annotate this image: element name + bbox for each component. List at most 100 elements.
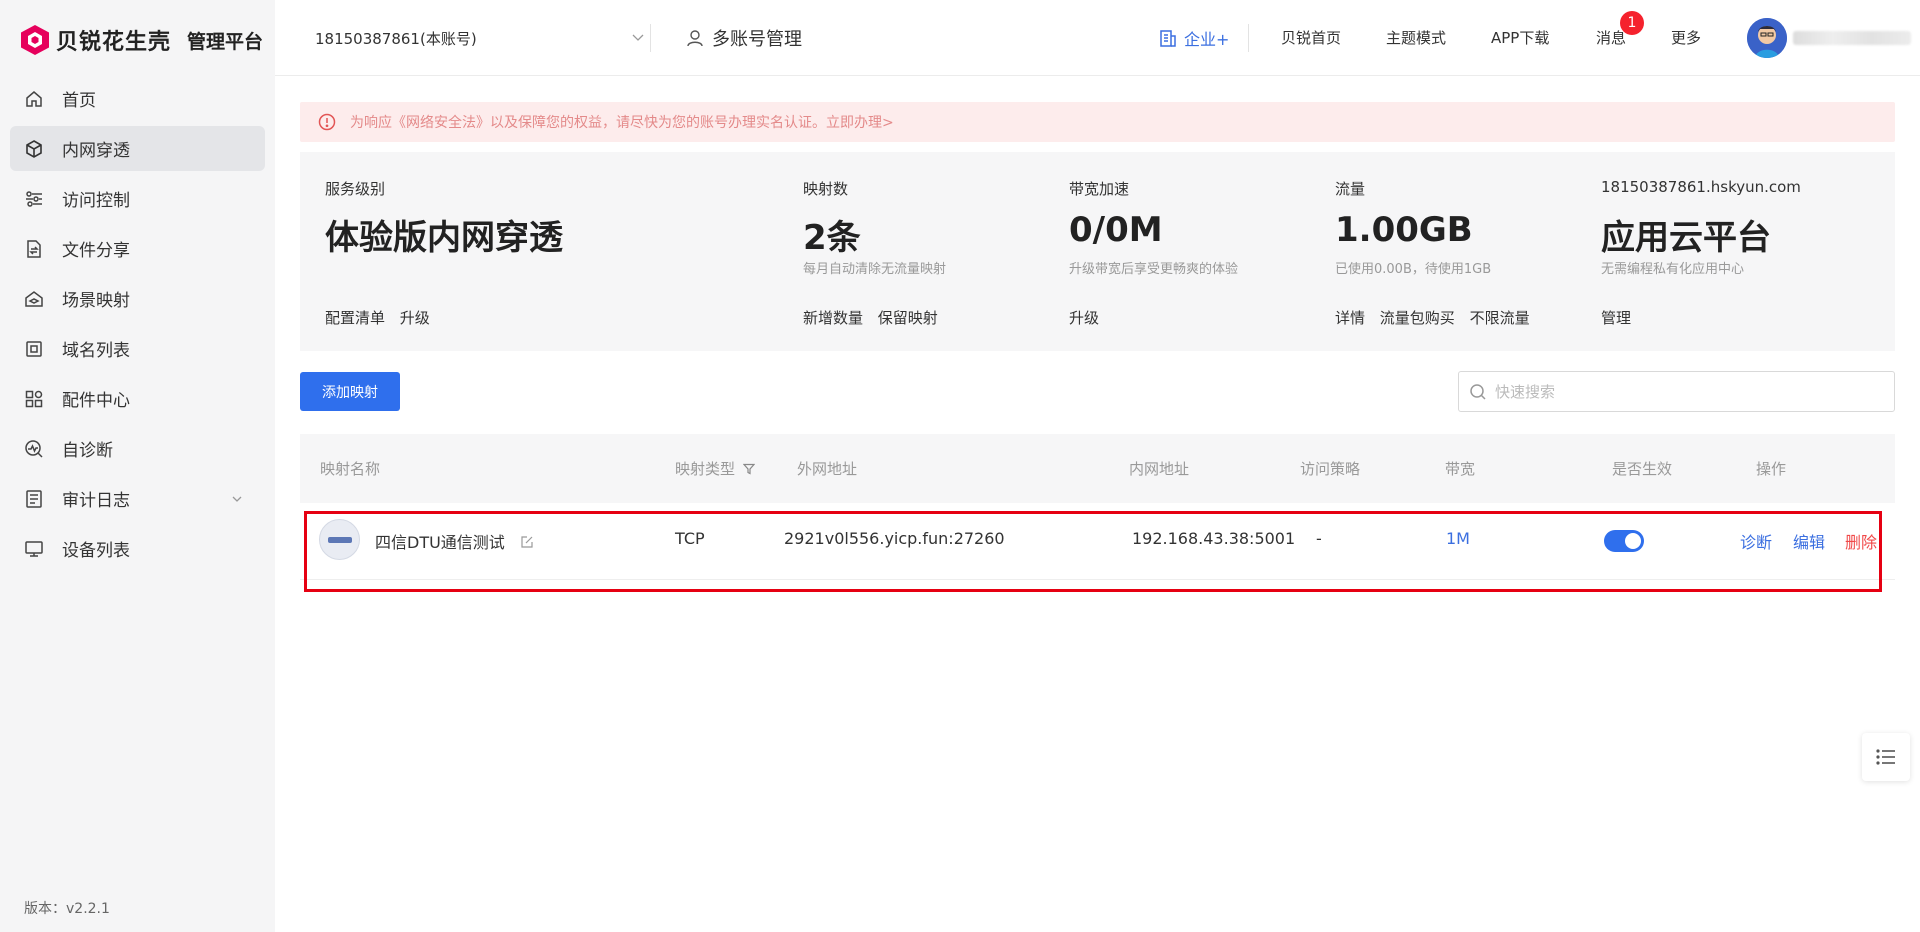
add-mapping-button[interactable]: 添加映射 [300,372,400,411]
col-header-type-label: 映射类型 [675,460,736,478]
add-quota-link[interactable]: 新增数量 [803,309,863,327]
stat-value: 2条 [803,218,861,258]
brand-subtitle: 管理平台 [187,30,264,53]
theme-mode-link[interactable]: 主题模式 [1386,26,1446,50]
more-link[interactable]: 更多 [1671,26,1701,50]
stat-desc: 已使用0.00B，待使用1GB [1335,262,1492,277]
cube-icon [24,139,44,159]
sidebar-item-label: 审计日志 [62,491,130,511]
house-layers-icon [24,289,44,309]
peanut-logo-icon [21,25,49,55]
header-divider [650,24,651,52]
unlimited-traffic-link[interactable]: 不限流量 [1470,309,1530,327]
avatar-portrait-icon [1747,18,1787,58]
sidebar-item-access-control[interactable]: 访问控制 [10,176,265,221]
mapping-name: 四信DTU通信测试 [375,533,505,552]
sidebar-item-label: 文件分享 [62,241,130,261]
chevron-down-icon[interactable] [231,493,243,505]
bandwidth-link[interactable]: 1M [1446,529,1470,548]
monitor-icon [24,539,44,559]
sidebar-item-home[interactable]: 首页 [10,76,265,121]
upgrade-service-link[interactable]: 升级 [400,309,430,327]
sidebar-item-label: 域名列表 [62,341,130,361]
sidebar-item-label: 自诊断 [62,441,113,461]
col-header-name: 映射名称 [320,460,381,478]
brand-logo[interactable]: 贝锐花生壳 管理平台 [20,22,263,58]
mapping-table-header: 映射名称 映射类型 外网地址 内网地址 访问策略 带宽 是否生效 操作 [300,434,1895,503]
grid-icon [24,389,44,409]
log-icon [24,489,44,509]
warning-circle-icon [318,113,336,131]
stat-actions: 升级 [1069,307,1109,328]
alert-text: 为响应《网络安全法》以及保障您的权益，请尽快为您的账号办理实名认证。立即办理> [350,115,894,131]
sidebar-item-label: 内网穿透 [62,141,130,161]
col-header-enabled: 是否生效 [1612,460,1673,478]
edit-link[interactable]: 编辑 [1793,529,1825,553]
sidebar-item-accessory-center[interactable]: 配件中心 [10,376,265,421]
floating-menu-button[interactable] [1862,733,1910,781]
avatar[interactable] [1747,18,1787,58]
stat-actions: 管理 [1601,307,1641,328]
stat-label: 流量 [1335,180,1366,198]
sidebar-item-self-diagnosis[interactable]: 自诊断 [10,426,265,471]
sidebar-item-label: 访问控制 [62,191,130,211]
sidebar-item-label: 配件中心 [62,391,130,411]
stat-label: 18150387861.hskyun.com [1601,178,1801,196]
table-row: 四信DTU通信测试 TCP 2921v0l556.yicp.fun:27260 … [300,505,1895,580]
mapping-name-cell: 四信DTU通信测试 [375,529,534,553]
internal-address: 192.168.43.38:5001 [1132,529,1296,548]
col-header-external: 外网地址 [797,460,858,478]
sidebar-item-intranet-penetration[interactable]: 内网穿透 [10,126,265,171]
col-header-bandwidth: 带宽 [1445,460,1476,478]
enabled-toggle[interactable] [1604,530,1644,552]
manage-cloud-link[interactable]: 管理 [1601,309,1631,327]
stat-value: 应用云平台 [1601,218,1771,258]
sidebar-item-label: 场景映射 [62,291,130,311]
stat-value: 0/0M [1069,210,1163,250]
sidebar: 贝锐花生壳 管理平台 首页 内网穿透 访问控制 文件分享 场景映射 域名列表 配… [0,0,275,932]
enterprise-plus-label: 企业+ [1184,30,1230,49]
app-download-link[interactable]: APP下载 [1491,26,1549,50]
tcp-mapping-icon [319,519,360,560]
sidebar-item-file-share[interactable]: 文件分享 [10,226,265,271]
header-divider [1248,24,1249,52]
diagnose-link[interactable]: 诊断 [1740,529,1772,553]
sidebar-item-label: 设备列表 [62,541,130,561]
quick-search[interactable] [1458,371,1895,412]
delete-link[interactable]: 删除 [1845,529,1877,553]
traffic-details-link[interactable]: 详情 [1335,309,1365,327]
sidebar-item-scene-mapping[interactable]: 场景映射 [10,276,265,321]
stat-label: 服务级别 [325,180,386,198]
stat-actions: 配置清单 升级 [325,307,440,328]
sidebar-nav: 首页 内网穿透 访问控制 文件分享 场景映射 域名列表 配件中心 自诊断 审计日… [10,76,265,576]
stat-value: 1.00GB [1335,210,1473,250]
account-select-value: 18150387861(本账号) [315,29,477,48]
filter-icon[interactable] [743,463,756,475]
multi-account-button[interactable]: 多账号管理 [686,24,802,52]
enterprise-plus-link[interactable]: 企业+ [1158,24,1229,52]
stat-desc: 无需编程私有化应用中心 [1601,262,1745,277]
real-name-alert[interactable]: 为响应《网络安全法》以及保障您的权益，请尽快为您的账号办理实名认证。立即办理> [300,102,1895,142]
mapping-type: TCP [675,529,705,548]
config-list-link[interactable]: 配置清单 [325,309,385,327]
col-header-type[interactable]: 映射类型 [675,458,756,479]
search-icon [1470,383,1486,400]
file-share-icon [24,239,44,259]
search-input[interactable] [1495,382,1875,401]
account-select[interactable]: 18150387861(本账号) [315,24,645,52]
multi-account-label: 多账号管理 [712,29,802,50]
access-policy: - [1316,529,1322,548]
stat-label: 映射数 [803,180,849,198]
version-label: 版本：v2.2.1 [24,901,110,917]
buy-traffic-link[interactable]: 流量包购买 [1380,309,1455,327]
sidebar-item-device-list[interactable]: 设备列表 [10,526,265,571]
upgrade-bandwidth-link[interactable]: 升级 [1069,309,1099,327]
edit-name-icon[interactable] [520,535,534,549]
sidebar-item-audit-log[interactable]: 审计日志 [10,476,265,521]
sidebar-item-domain-list[interactable]: 域名列表 [10,326,265,371]
oray-home-link[interactable]: 贝锐首页 [1281,26,1341,50]
stat-label: 带宽加速 [1069,180,1130,198]
external-address[interactable]: 2921v0l556.yicp.fun:27260 [784,529,1005,548]
keep-mapping-link[interactable]: 保留映射 [878,309,938,327]
message-count-badge: 1 [1620,11,1644,35]
